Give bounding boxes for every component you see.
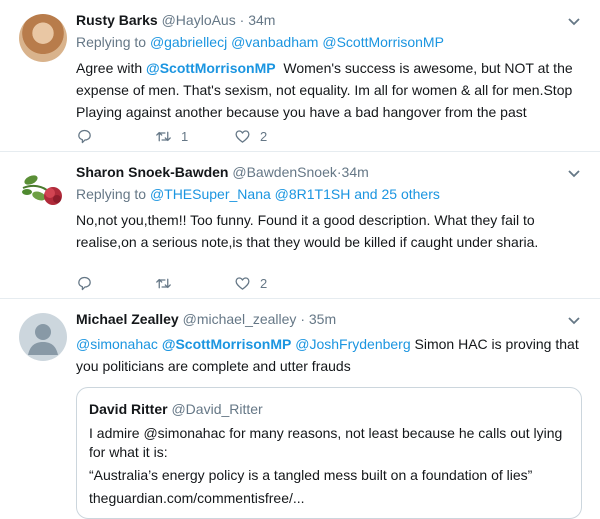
replying-to-label: Replying to <box>76 34 147 50</box>
flower-avatar-image <box>22 175 62 205</box>
avatar[interactable] <box>19 166 67 214</box>
retweet-count: 1 <box>181 128 189 144</box>
reply-mention[interactable]: @8R1T1SH <box>275 186 351 202</box>
like-count: 2 <box>260 128 268 144</box>
quoted-tweet-link: theguardian.com/commentisfree/... <box>89 490 305 506</box>
mention-link[interactable]: @JoshFrydenberg <box>295 336 410 352</box>
timestamp[interactable]: 34m <box>248 12 275 28</box>
like-count: 2 <box>260 275 268 291</box>
quoted-tweet-text: “Australia’s energy policy is a tangled … <box>89 467 533 483</box>
tweet[interactable]: Sharon Snoek-Bawden @BawdenSnoek·34m Rep… <box>0 152 600 299</box>
tweet-header: Sharon Snoek-Bawden @BawdenSnoek·34m <box>76 161 588 183</box>
retweet-button[interactable] <box>155 275 234 292</box>
tweet-header: Michael Zealley @michael_zealley · 35m <box>76 308 588 330</box>
author-handle[interactable]: @michael_zealley <box>183 311 297 327</box>
tweet-text: No,not you,them!! Too funny. Found it a … <box>76 212 539 250</box>
tweet-text-prefix: Agree with <box>76 60 143 76</box>
retweet-button[interactable]: 1 <box>155 128 234 145</box>
reply-button[interactable] <box>76 275 155 292</box>
heart-icon <box>235 276 250 290</box>
author-name[interactable]: Michael Zealley <box>76 311 179 327</box>
mention-link[interactable]: @simonahac <box>76 336 158 352</box>
quoted-tweet-text: I admire @simonahac for many reasons, no… <box>89 425 563 460</box>
reply-others-link[interactable]: and 25 others <box>354 186 440 202</box>
separator: · <box>239 12 245 28</box>
default-profile-icon <box>28 324 58 355</box>
reply-mention[interactable]: @gabriellecj <box>150 34 227 50</box>
chevron-down-icon[interactable] <box>566 166 582 182</box>
replying-to-label: Replying to <box>76 186 147 202</box>
timestamp[interactable]: 35m <box>309 311 336 327</box>
like-button[interactable]: 2 <box>234 128 313 145</box>
tweet-text: @simonahac @ScottMorrisonMP @JoshFrydenb… <box>76 333 588 377</box>
tweet-actions: 2 <box>76 272 313 294</box>
avatar[interactable] <box>19 14 67 62</box>
retweet-icon <box>156 131 171 141</box>
tweet-text: Agree with @ScottMorrisonMP Women's succ… <box>76 57 588 123</box>
replying-to: Replying to @gabriellecj @vanbadham @Sco… <box>76 31 588 53</box>
like-button[interactable]: 2 <box>234 275 313 292</box>
mention-link[interactable]: @ScottMorrisonMP <box>146 60 276 76</box>
mention-link[interactable]: @ScottMorrisonMP <box>162 336 292 352</box>
author-name[interactable]: Rusty Barks <box>76 12 158 28</box>
timestamp[interactable]: 34m <box>342 164 369 180</box>
author-name[interactable]: Sharon Snoek-Bawden <box>76 164 228 180</box>
separator: · <box>300 311 305 327</box>
reply-icon <box>78 129 91 143</box>
reply-icon <box>78 276 91 290</box>
retweet-icon <box>156 278 171 288</box>
reply-mention[interactable]: @vanbadham <box>231 34 318 50</box>
quoted-author-handle: @David_Ritter <box>171 401 263 417</box>
author-handle[interactable]: @HayloAus <box>162 12 236 28</box>
quoted-author-name: David Ritter <box>89 401 168 417</box>
quoted-tweet-header: David Ritter @David_Ritter <box>89 398 569 420</box>
replying-to: Replying to @THESuper_Nana @8R1T1SH and … <box>76 183 588 205</box>
tweet[interactable]: Michael Zealley @michael_zealley · 35m @… <box>0 299 600 519</box>
reply-button[interactable] <box>76 128 155 145</box>
tweet-actions: 1 2 <box>76 125 313 147</box>
reply-mention[interactable]: @THESuper_Nana <box>150 186 271 202</box>
author-handle[interactable]: @BawdenSnoek <box>232 164 337 180</box>
chevron-down-icon[interactable] <box>566 14 582 30</box>
tweet-header: Rusty Barks @HayloAus · 34m <box>76 9 588 31</box>
tweet[interactable]: Rusty Barks @HayloAus · 34m Replying to … <box>0 0 600 152</box>
chevron-down-icon[interactable] <box>566 313 582 329</box>
avatar[interactable] <box>19 313 67 361</box>
reply-mention[interactable]: @ScottMorrisonMP <box>322 34 444 50</box>
quoted-tweet[interactable]: David Ritter @David_Ritter I admire @sim… <box>76 387 582 519</box>
heart-icon <box>235 129 250 143</box>
